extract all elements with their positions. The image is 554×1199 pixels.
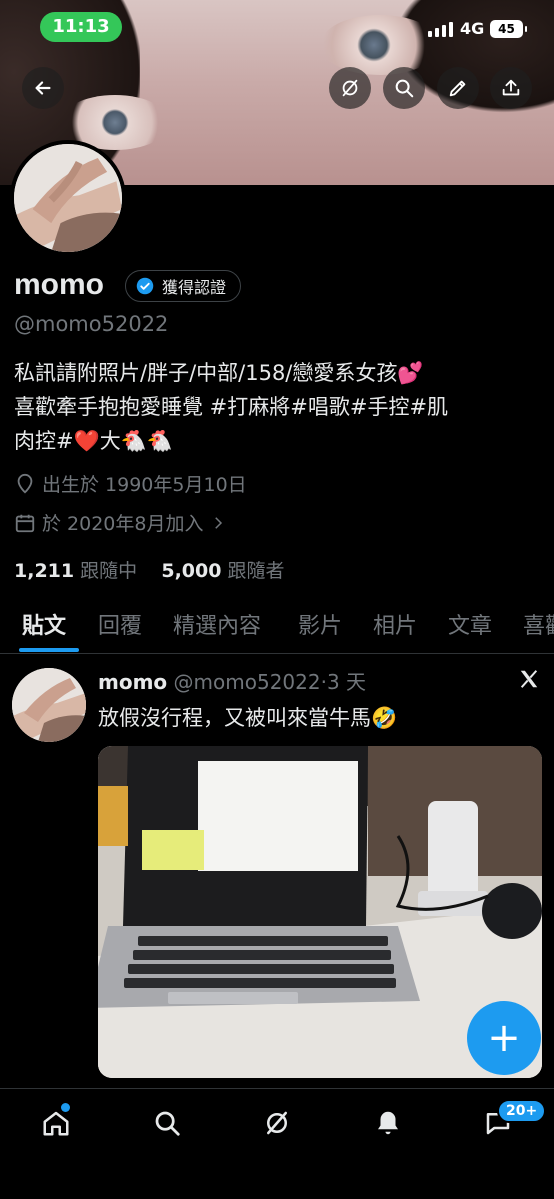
avatar-photo bbox=[14, 144, 122, 252]
bell-icon bbox=[378, 1111, 398, 1135]
tab-posts[interactable]: 貼文 bbox=[22, 608, 66, 640]
bio-line: 肉控#❤️大🐔🐔 bbox=[14, 429, 174, 453]
bio-line: 喜歡牽手抱抱愛睡覺 #打麻將#唱歌#手控#肌 bbox=[14, 395, 449, 419]
signal-icon bbox=[428, 22, 453, 37]
post-avatar[interactable] bbox=[12, 668, 86, 742]
messages-badge: 20+ bbox=[497, 1099, 547, 1123]
tab-active-indicator bbox=[19, 648, 79, 652]
follow-stats: 1,211 跟隨中 5,000 跟隨者 bbox=[14, 556, 285, 583]
following-count: 1,211 bbox=[14, 560, 75, 582]
grok-button[interactable] bbox=[329, 67, 371, 109]
followers-link[interactable]: 5,000 跟隨者 bbox=[161, 560, 284, 582]
verified-button[interactable]: 獲得認證 bbox=[125, 270, 242, 302]
network-type: 4G bbox=[460, 19, 485, 38]
post-author[interactable]: momo bbox=[98, 670, 167, 694]
joined-text: 於 2020年8月加入 bbox=[42, 513, 204, 535]
grok-icon bbox=[267, 1111, 287, 1135]
share-icon bbox=[502, 79, 520, 96]
back-icon bbox=[35, 81, 51, 95]
compose-button[interactable]: + bbox=[467, 1001, 541, 1075]
tab-articles[interactable]: 文章 bbox=[448, 608, 492, 640]
post-text: 放假沒行程，又被叫來當牛馬🤣 bbox=[98, 706, 398, 730]
grok-icon bbox=[342, 79, 358, 97]
search-icon bbox=[155, 1111, 180, 1136]
following-link[interactable]: 1,211 跟隨中 bbox=[14, 560, 137, 582]
chevron-right-icon bbox=[215, 516, 223, 529]
search-button[interactable] bbox=[383, 67, 425, 109]
profile-handle: @momo52022 bbox=[14, 312, 169, 336]
home-notification-dot bbox=[61, 1103, 70, 1112]
calendar-icon bbox=[15, 514, 35, 532]
post-handle[interactable]: @momo52022 bbox=[174, 670, 321, 694]
nav-search[interactable] bbox=[147, 1103, 187, 1143]
status-time: 11:13 bbox=[40, 12, 122, 42]
x-logo-icon[interactable] bbox=[518, 668, 540, 690]
profile-avatar[interactable] bbox=[10, 140, 126, 256]
followers-label: 跟隨者 bbox=[227, 560, 285, 582]
edit-button[interactable] bbox=[437, 67, 479, 109]
birth-date: 出生於 1990年5月10日 bbox=[14, 470, 247, 497]
avatar-photo bbox=[12, 668, 86, 742]
nav-grok[interactable] bbox=[257, 1103, 297, 1143]
edit-icon bbox=[449, 80, 466, 97]
home-icon bbox=[43, 1111, 69, 1136]
verified-badge-icon bbox=[136, 277, 154, 295]
back-button[interactable] bbox=[22, 67, 64, 109]
status-bar: 11:13 4G 45 bbox=[0, 0, 554, 52]
post-time: 3 天 bbox=[326, 670, 367, 694]
verified-label: 獲得認證 bbox=[162, 278, 227, 297]
nav-home[interactable] bbox=[36, 1103, 76, 1143]
tab-highlights[interactable]: 精選內容 bbox=[173, 608, 261, 640]
joined-date[interactable]: 於 2020年8月加入 bbox=[14, 509, 227, 536]
tab-photos[interactable]: 相片 bbox=[373, 608, 417, 640]
post-header: momo @momo52022·3 天 bbox=[98, 666, 366, 695]
profile-tabs: 貼文 回覆 精選內容 影片 相片 文章 喜歡 bbox=[0, 596, 554, 654]
tab-videos[interactable]: 影片 bbox=[298, 608, 342, 640]
following-label: 跟隨中 bbox=[80, 560, 138, 582]
battery-icon: 45 bbox=[490, 20, 527, 38]
profile-name: momo bbox=[14, 268, 104, 301]
share-button[interactable] bbox=[490, 67, 532, 109]
nav-notifications[interactable] bbox=[368, 1103, 408, 1143]
followers-count: 5,000 bbox=[161, 560, 222, 582]
profile-bio: 私訊請附照片/胖子/中部/158/戀愛系女孩💕 喜歡牽手抱抱愛睡覺 #打麻將#唱… bbox=[14, 356, 542, 458]
tab-likes[interactable]: 喜歡 bbox=[523, 608, 554, 640]
search-icon bbox=[395, 79, 414, 98]
tab-replies[interactable]: 回覆 bbox=[98, 608, 142, 640]
bottom-nav bbox=[0, 1088, 554, 1199]
birth-text: 出生於 1990年5月10日 bbox=[42, 474, 247, 496]
bio-line: 私訊請附照片/胖子/中部/158/戀愛系女孩💕 bbox=[14, 361, 424, 385]
location-icon bbox=[17, 473, 33, 494]
